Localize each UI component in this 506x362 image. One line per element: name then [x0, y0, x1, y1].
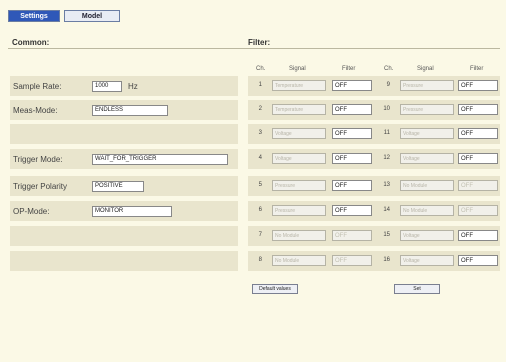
filter-field[interactable]: OFF [332, 80, 372, 91]
section-divider [8, 48, 500, 49]
trigger-mode-row: Trigger Mode: WAIT_FOR_TRIGGER [10, 149, 238, 169]
signal-field: Pressure [272, 205, 326, 216]
filter-field[interactable]: OFF [332, 104, 372, 115]
sample-rate-unit: Hz [128, 81, 138, 91]
channel-number: 16 [383, 257, 390, 263]
channel-number: 3 [258, 130, 262, 136]
signal-field: Voltage [400, 255, 454, 266]
sample-rate-label: Sample Rate: [13, 81, 62, 91]
channel-number: 5 [258, 182, 262, 188]
filter-field[interactable]: OFF [332, 180, 372, 191]
meas-mode-label: Meas-Mode: [13, 105, 58, 115]
filter-row: 4 Voltage OFF 12 Voltage OFF [248, 149, 500, 169]
channel-number: 13 [383, 182, 390, 188]
trigger-polarity-row: Trigger Polarity POSITIVE [10, 176, 238, 196]
channel-number: 4 [258, 155, 262, 161]
sample-rate-input[interactable]: 1000 [92, 80, 122, 92]
filter-row: 7 No Module OFF 15 Voltage OFF [248, 226, 500, 246]
signal-field: No Module [400, 180, 454, 191]
meas-mode-input[interactable]: ENDLESS [92, 104, 168, 116]
channel-number: 12 [383, 155, 390, 161]
trigger-mode-input[interactable]: WAIT_FOR_TRIGGER [92, 153, 228, 165]
filter-field: OFF [458, 180, 498, 191]
filter-section-title: Filter: [248, 38, 271, 47]
empty-row [10, 251, 238, 271]
filter-field[interactable]: OFF [332, 205, 372, 216]
channel-number: 8 [258, 257, 262, 263]
signal-field: Voltage [400, 153, 454, 164]
set-button[interactable]: Set [394, 284, 440, 294]
signal-field: Voltage [272, 128, 326, 139]
empty-row [10, 226, 238, 246]
trigger-polarity-label: Trigger Polarity [13, 181, 67, 191]
signal-field: Voltage [400, 230, 454, 241]
channel-number: 14 [383, 207, 390, 213]
filter-row: 1 Temperature OFF 9 Pressure OFF [248, 76, 500, 96]
filter-field: OFF [458, 205, 498, 216]
filter-field[interactable]: OFF [458, 128, 498, 139]
filter-row: 6 Pressure OFF 14 No Module OFF [248, 201, 500, 221]
filter-field[interactable]: OFF [332, 128, 372, 139]
filter-row: 2 Temperature OFF 10 Pressure OFF [248, 100, 500, 120]
default-values-button[interactable]: Default values [252, 284, 298, 294]
filter-field[interactable]: OFF [458, 230, 498, 241]
signal-field: Pressure [400, 104, 454, 115]
filter-header-ch: Ch. [384, 66, 394, 72]
channel-number: 2 [258, 106, 262, 112]
tab-settings[interactable]: Settings [8, 10, 60, 22]
channel-number: 9 [386, 82, 390, 88]
filter-row: 3 Voltage OFF 11 Voltage OFF [248, 124, 500, 144]
signal-field: Voltage [400, 128, 454, 139]
signal-field: No Module [272, 230, 326, 241]
filter-header-ch: Ch. [256, 66, 266, 72]
op-mode-input[interactable]: MONITOR [92, 205, 172, 217]
signal-field: Temperature [272, 104, 326, 115]
filter-field[interactable]: OFF [332, 153, 372, 164]
tab-bar: Settings Model [8, 10, 120, 22]
meas-mode-row: Meas-Mode: ENDLESS [10, 100, 238, 120]
filter-header-signal: Signal [417, 66, 434, 72]
empty-row [10, 124, 238, 144]
filter-header-filter: Filter [470, 66, 484, 72]
filter-row: 8 No Module OFF 16 Voltage OFF [248, 251, 500, 271]
filter-header-signal: Signal [289, 66, 306, 72]
filter-field[interactable]: OFF [458, 255, 498, 266]
signal-field: Temperature [272, 80, 326, 91]
signal-field: Pressure [272, 180, 326, 191]
channel-number: 11 [383, 130, 390, 136]
tab-model[interactable]: Model [64, 10, 120, 22]
filter-field[interactable]: OFF [458, 80, 498, 91]
channel-number: 6 [258, 207, 262, 213]
trigger-mode-label: Trigger Mode: [13, 154, 63, 164]
channel-number: 15 [383, 232, 390, 238]
op-mode-label: OP-Mode: [13, 206, 50, 216]
filter-field: OFF [332, 255, 372, 266]
trigger-polarity-input[interactable]: POSITIVE [92, 180, 144, 192]
channel-number: 10 [383, 106, 390, 112]
filter-row: 5 Pressure OFF 13 No Module OFF [248, 176, 500, 196]
common-section-title: Common: [12, 38, 50, 47]
signal-field: Pressure [400, 80, 454, 91]
sample-rate-row: Sample Rate: 1000 Hz [10, 76, 238, 96]
filter-field: OFF [332, 230, 372, 241]
filter-header-filter: Filter [342, 66, 356, 72]
op-mode-row: OP-Mode: MONITOR [10, 201, 238, 221]
filter-field[interactable]: OFF [458, 153, 498, 164]
channel-number: 7 [258, 232, 262, 238]
filter-field[interactable]: OFF [458, 104, 498, 115]
channel-number: 1 [258, 82, 262, 88]
signal-field: Voltage [272, 153, 326, 164]
signal-field: No Module [400, 205, 454, 216]
signal-field: No Module [272, 255, 326, 266]
